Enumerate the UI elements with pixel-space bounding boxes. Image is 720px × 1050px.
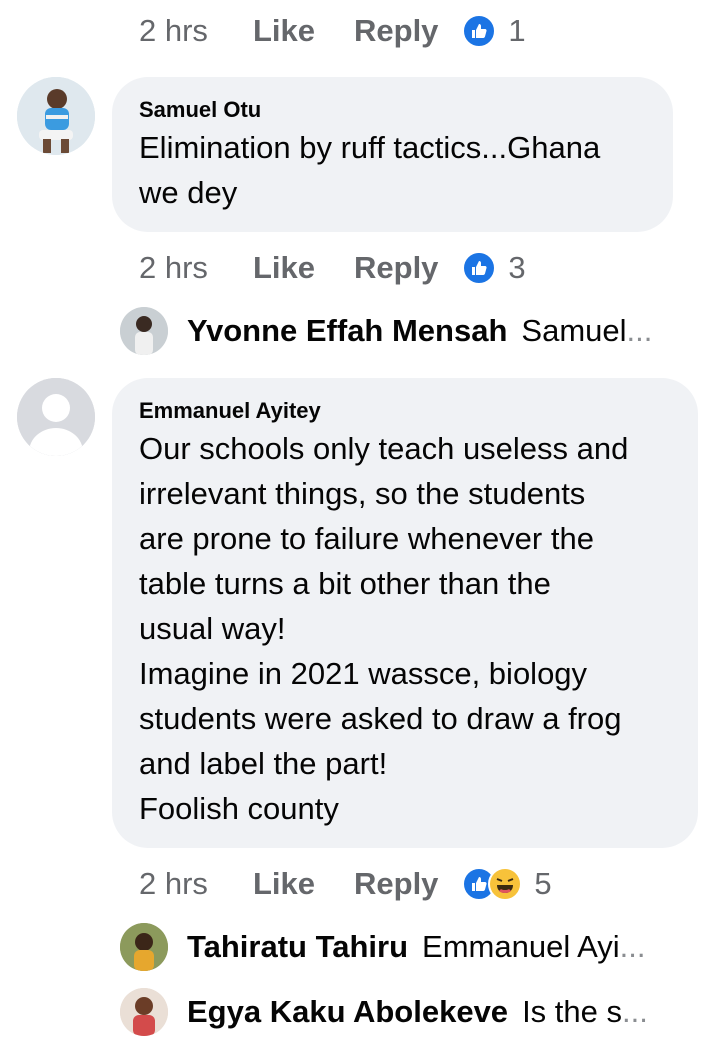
reply-button[interactable]: Reply [354, 866, 438, 902]
avatar [120, 923, 168, 971]
avatar[interactable] [17, 77, 95, 155]
reply-snippet: Is the s... [522, 994, 648, 1029]
comment-bubble: Samuel Otu Elimination by ruff tactics..… [112, 77, 673, 232]
haha-icon [488, 867, 523, 901]
reply-snippet: Emmanuel Ayi... [422, 929, 646, 964]
reaction-summary[interactable]: 5 [462, 866, 552, 902]
reply-author[interactable]: Yvonne Effah Mensah [187, 313, 507, 349]
like-button[interactable]: Like [253, 250, 354, 286]
timestamp: 2 hrs [139, 866, 208, 901]
reply-preview[interactable]: Egya Kaku Abolekeve Is the s... [120, 987, 648, 1037]
like-icon [462, 251, 497, 285]
avatar[interactable] [17, 378, 95, 456]
comment-actions: 2 hrs Like Reply 1 [139, 11, 526, 51]
reaction-count: 3 [508, 250, 526, 285]
reply-author[interactable]: Egya Kaku Abolekeve [187, 994, 508, 1030]
timestamp: 2 hrs [139, 13, 208, 48]
comment-text: Elimination by ruff tactics...Ghana we d… [139, 130, 601, 210]
avatar [120, 307, 168, 355]
comment-text: Our schools only teach useless and irrel… [139, 431, 629, 826]
reply-button[interactable]: Reply [354, 250, 438, 286]
reaction-summary[interactable]: 3 [462, 250, 526, 286]
comment-author[interactable]: Emmanuel Ayitey [139, 396, 672, 426]
like-button[interactable]: Like [253, 13, 354, 49]
reply-preview[interactable]: Tahiratu Tahiru Emmanuel Ayi... [120, 922, 645, 972]
timestamp: 2 hrs [139, 250, 208, 285]
reply-preview[interactable]: Yvonne Effah Mensah Samuel... [120, 306, 652, 356]
reaction-summary[interactable]: 1 [462, 13, 526, 49]
reaction-count: 5 [534, 866, 552, 901]
like-icon [462, 14, 497, 48]
comment-actions: 2 hrs Like Reply 3 [139, 248, 526, 288]
comment-bubble: Emmanuel Ayitey Our schools only teach u… [112, 378, 698, 848]
avatar [120, 988, 168, 1036]
reply-snippet: Samuel... [521, 313, 653, 348]
reaction-count: 1 [508, 13, 526, 48]
like-button[interactable]: Like [253, 866, 354, 902]
reply-author[interactable]: Tahiratu Tahiru [187, 929, 408, 965]
comment-actions: 2 hrs Like Reply 5 [139, 864, 552, 904]
comment-author[interactable]: Samuel Otu [139, 95, 647, 125]
reply-button[interactable]: Reply [354, 13, 438, 49]
